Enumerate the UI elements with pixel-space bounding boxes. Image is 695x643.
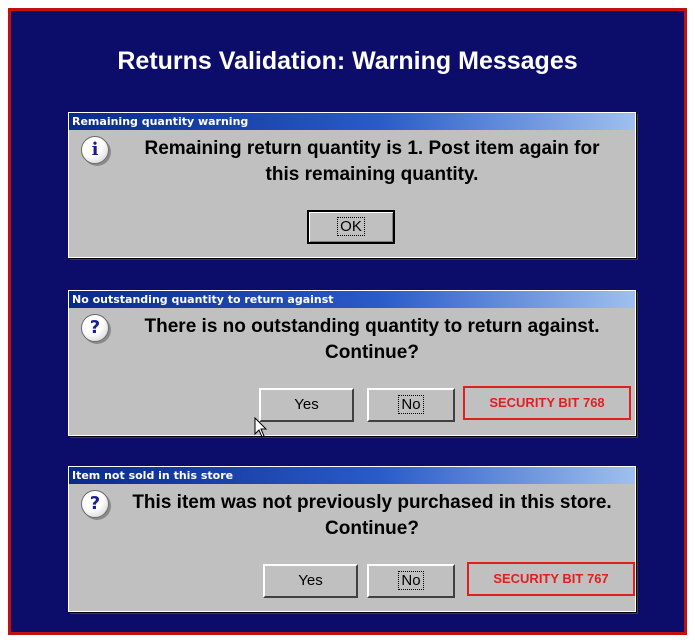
- slide-title: Returns Validation: Warning Messages: [117, 47, 578, 75]
- dialog-titlebar[interactable]: Item not sold in this store: [69, 467, 635, 484]
- no-outstanding-quantity-dialog: No outstanding quantity to return agains…: [68, 290, 636, 436]
- info-icon: i: [81, 136, 109, 164]
- dialog-titlebar[interactable]: Remaining quantity warning: [69, 113, 635, 130]
- remaining-quantity-dialog: Remaining quantity warning i Remaining r…: [68, 112, 636, 258]
- ok-button-label: OK: [337, 217, 365, 236]
- dialog-message: Remaining return quantity is 1. Post ite…: [144, 138, 600, 185]
- dialog-message: This item was not previously purchased i…: [132, 492, 612, 539]
- item-not-sold-dialog: Item not sold in this store ? This item …: [68, 466, 636, 612]
- yes-button[interactable]: Yes: [259, 388, 354, 422]
- ok-button[interactable]: OK: [307, 210, 395, 244]
- security-bit-label: SECURITY BIT 768: [463, 386, 631, 420]
- dialog-message: There is no outstanding quantity to retu…: [144, 316, 600, 363]
- question-icon: ?: [81, 490, 109, 518]
- no-button-label: No: [398, 571, 424, 590]
- no-button-label: No: [398, 395, 424, 414]
- no-button[interactable]: No: [367, 388, 455, 422]
- yes-button[interactable]: Yes: [263, 564, 358, 598]
- security-bit-label: SECURITY BIT 767: [467, 562, 635, 596]
- dialog-titlebar[interactable]: No outstanding quantity to return agains…: [69, 291, 635, 308]
- mouse-cursor-icon: [254, 417, 268, 438]
- question-icon: ?: [81, 314, 109, 342]
- no-button[interactable]: No: [367, 564, 455, 598]
